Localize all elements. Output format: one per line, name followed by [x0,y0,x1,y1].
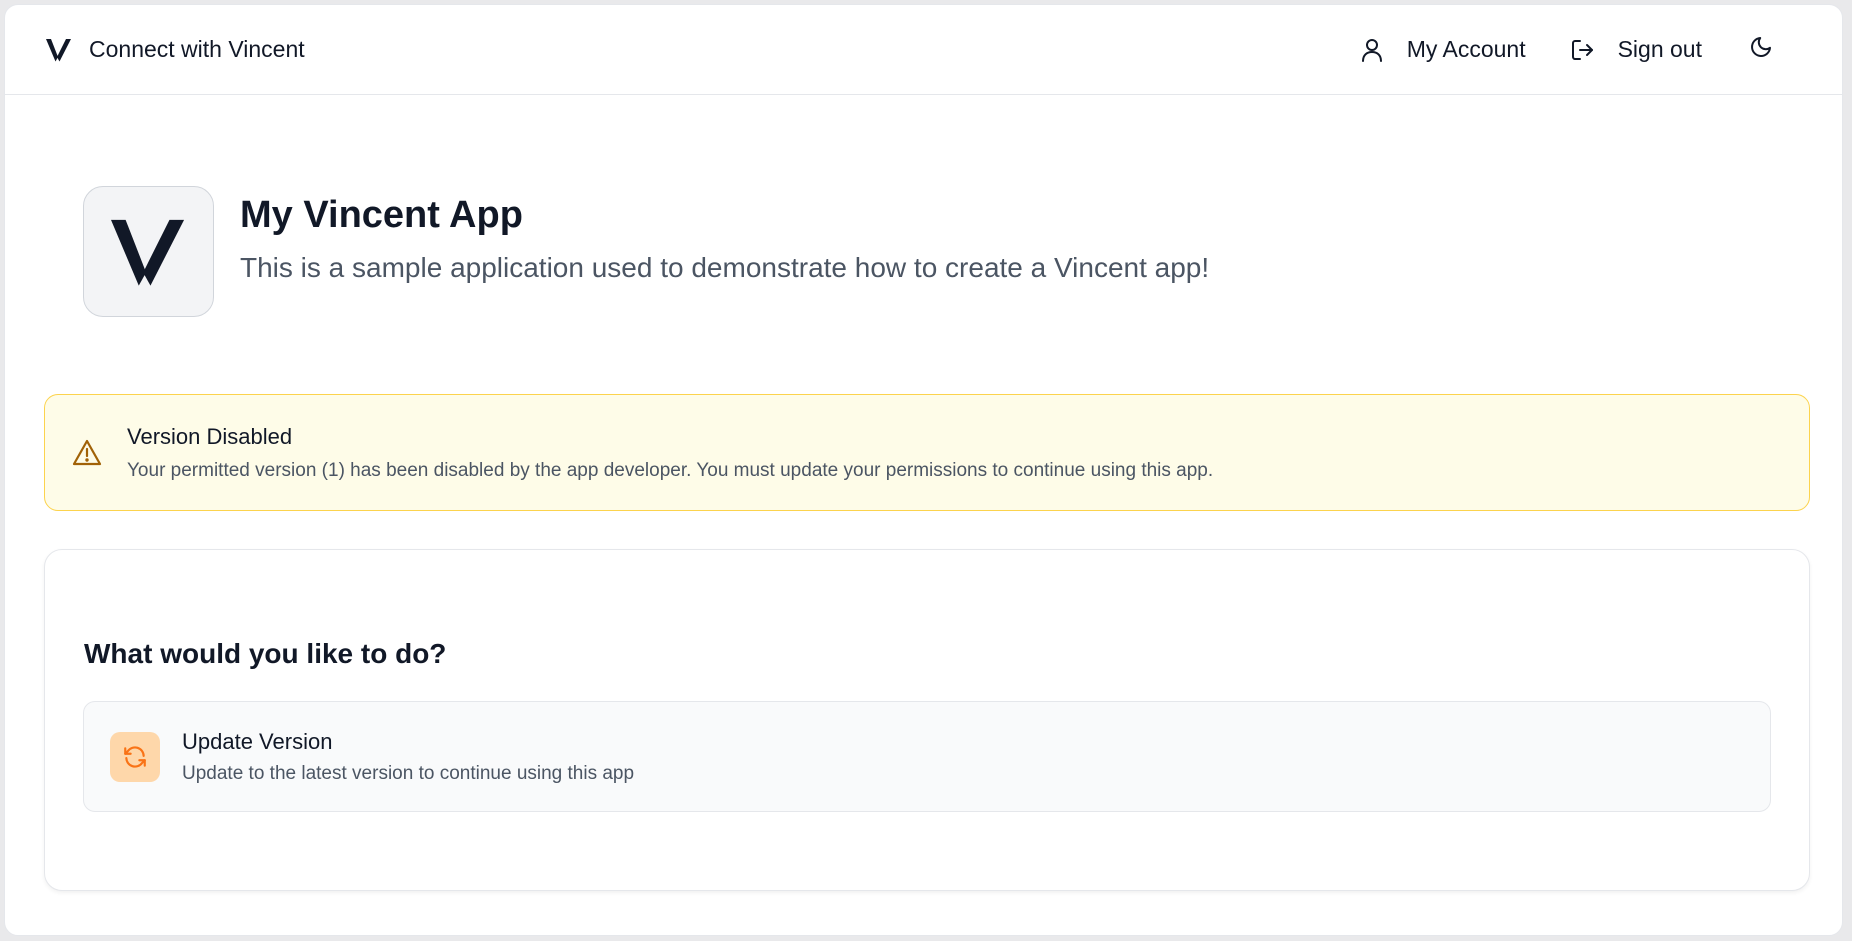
version-disabled-banner: Version Disabled Your permitted version … [44,394,1810,511]
app-name: My Vincent App [240,194,523,236]
vincent-app-logo-icon [110,219,184,286]
vincent-logo-icon [45,36,73,64]
sign-out-link[interactable]: Sign out [1570,36,1702,63]
warning-title: Version Disabled [127,423,293,449]
moon-icon [1749,35,1773,64]
warning-message: Your permitted version (1) has been disa… [127,459,1214,481]
sign-out-label: Sign out [1617,36,1702,62]
my-account-label: My Account [1406,36,1526,62]
app-logo [83,186,214,317]
option-subtitle: Update to the latest version to continue… [182,762,635,784]
app-description: This is a sample application used to dem… [240,252,1210,283]
header-nav: My Account Sign out [1359,35,1776,65]
theme-toggle-button[interactable] [1746,35,1776,65]
option-title: Update Version [182,728,333,754]
user-icon [1359,37,1385,63]
app-window: Connect with Vincent My Account Sign out… [4,4,1843,936]
sign-out-icon [1570,37,1596,63]
warning-triangle-icon [71,437,103,469]
refresh-icon [110,731,160,782]
brand-title: Connect with Vincent [89,36,305,62]
my-account-link[interactable]: My Account [1359,36,1526,63]
app-info: My Vincent App This is a sample applicat… [83,186,1209,317]
app-text: My Vincent App This is a sample applicat… [240,186,1209,286]
actions-title: What would you like to do? [84,638,447,669]
actions-card: What would you like to do? Update Versio… [44,549,1810,891]
top-header: Connect with Vincent My Account Sign out [5,5,1842,95]
brand[interactable]: Connect with Vincent [45,36,305,64]
update-version-option[interactable]: Update Version Update to the latest vers… [83,701,1771,812]
